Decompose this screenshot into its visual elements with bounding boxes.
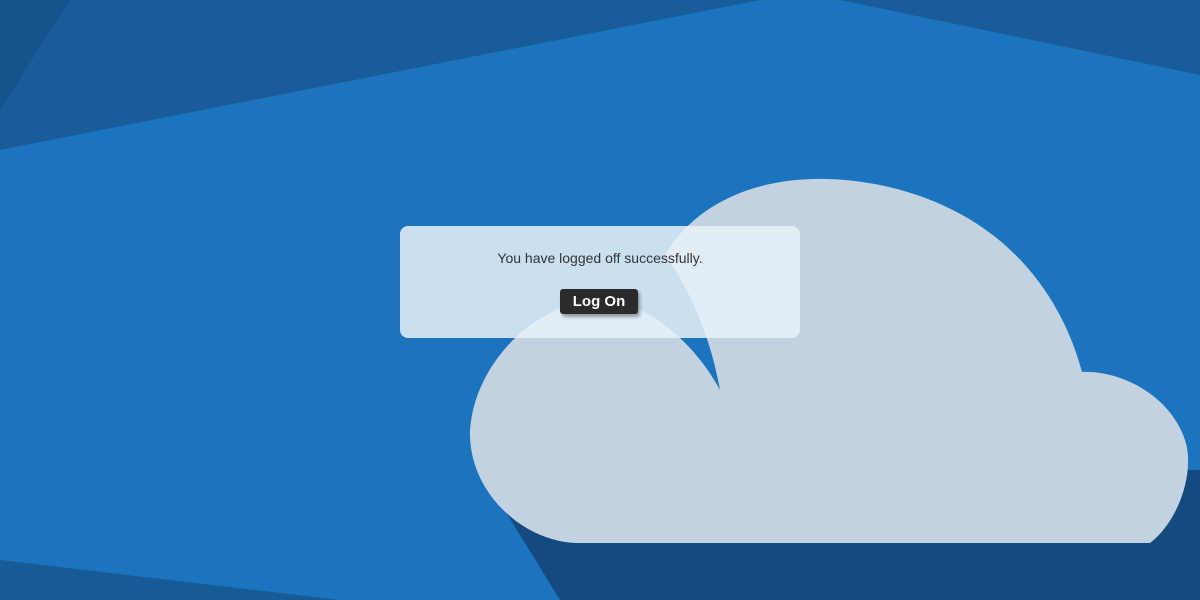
logoff-message: You have logged off successfully. [497,250,703,266]
log-on-button[interactable]: Log On [560,289,638,314]
logoff-dialog: You have logged off successfully. Log On [400,226,800,338]
background-top-band [0,0,1200,150]
logoff-page: You have logged off successfully. Log On [0,0,1200,600]
background-bottom-left-shard [0,560,340,600]
